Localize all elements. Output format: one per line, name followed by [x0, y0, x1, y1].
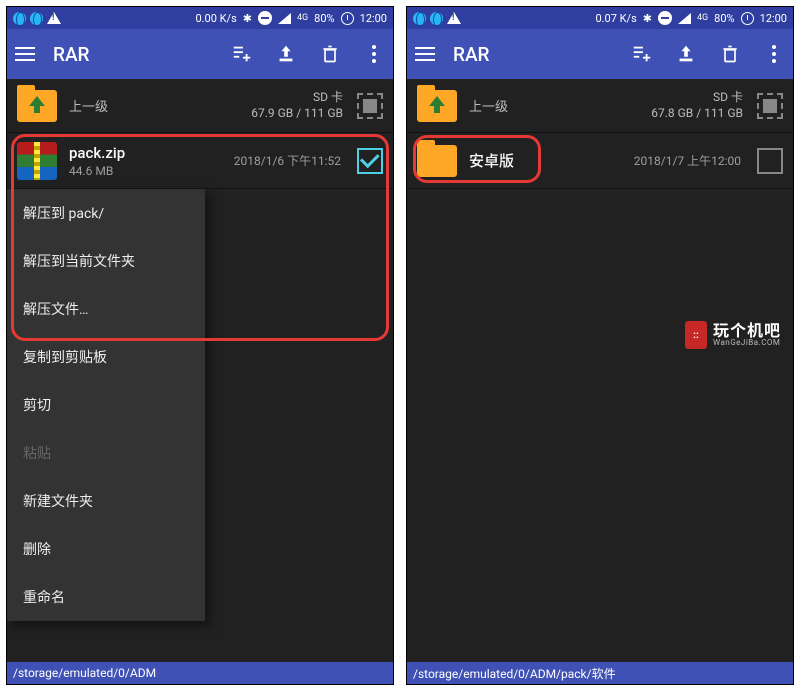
delete-icon[interactable] — [719, 43, 741, 65]
menu-button[interactable] — [415, 47, 435, 61]
ctx-new-folder[interactable]: 新建文件夹 — [7, 477, 205, 525]
overflow-icon[interactable] — [363, 43, 385, 65]
file-name: pack.zip — [69, 144, 125, 162]
sd-label: SD 卡 — [651, 90, 743, 106]
file-row-pack-zip[interactable]: pack.zip 44.6 MB 2018/1/6 下午11:52 — [7, 133, 393, 189]
watermark-url: WanGeJiBa.COM — [713, 339, 781, 347]
storage-stats: 67.8 GB / 111 GB — [651, 106, 743, 122]
file-date: 2018/1/7 上午12:00 — [634, 152, 741, 169]
browser-icon — [430, 12, 443, 25]
status-bar: 0.00 K/s ✱ 4G 80% 12:00 — [7, 7, 393, 29]
file-date: 2018/1/6 下午11:52 — [234, 152, 341, 169]
clock-icon — [341, 12, 354, 25]
delete-icon[interactable] — [319, 43, 341, 65]
ctx-paste: 粘贴 — [7, 429, 205, 477]
dnd-icon — [258, 11, 272, 25]
path-bar: /storage/emulated/0/ADM — [7, 662, 393, 684]
watermark: :: 玩个机吧 WanGeJiBa.COM — [685, 321, 781, 349]
folder-up-icon — [417, 90, 457, 122]
zip-file-icon — [17, 142, 57, 180]
sd-label: SD 卡 — [251, 90, 343, 106]
status-bar: 0.07 K/s ✱ 4G 80% 12:00 — [407, 7, 793, 29]
ctx-copy[interactable]: 复制到剪贴板 — [7, 333, 205, 381]
ctx-cut[interactable]: 剪切 — [7, 381, 205, 429]
bluetooth-icon: ✱ — [243, 12, 252, 25]
path-bar: /storage/emulated/0/ADM/pack/软件 — [407, 662, 793, 684]
folder-up-icon — [17, 90, 57, 122]
phone-left: 0.00 K/s ✱ 4G 80% 12:00 RAR — [6, 6, 394, 685]
app-title: RAR — [53, 43, 90, 66]
battery-text: 80% — [714, 12, 734, 25]
ctx-extract-here[interactable]: 解压到 pack/ — [7, 189, 205, 237]
ctx-delete[interactable]: 删除 — [7, 525, 205, 573]
battery-text: 80% — [314, 12, 334, 25]
browser-icon — [30, 12, 43, 25]
nav-row[interactable]: 上一级 SD 卡 67.8 GB / 111 GB — [407, 79, 793, 133]
signal-icon — [678, 13, 691, 24]
file-checkbox[interactable] — [757, 148, 783, 174]
clock-icon — [741, 12, 754, 25]
folder-icon — [417, 145, 457, 177]
app-bar: RAR — [407, 29, 793, 79]
status-time: 12:00 — [360, 12, 387, 25]
up-label: 上一级 — [69, 96, 108, 115]
ctx-extract-files[interactable]: 解压文件… — [7, 285, 205, 333]
browser-icon — [413, 12, 426, 25]
select-all-checkbox[interactable] — [757, 93, 783, 119]
file-name: 安卓版 — [469, 150, 514, 171]
watermark-title: 玩个机吧 — [713, 323, 781, 339]
extract-icon[interactable] — [675, 43, 697, 65]
current-path: /storage/emulated/0/ADM — [13, 666, 156, 680]
dnd-icon — [658, 11, 672, 25]
watermark-icon: :: — [685, 321, 707, 349]
signal-icon — [278, 13, 291, 24]
warning-icon — [47, 12, 61, 24]
net-speed: 0.00 K/s — [195, 12, 236, 25]
sort-add-icon[interactable] — [231, 43, 253, 65]
browser-icon — [13, 12, 26, 25]
status-time: 12:00 — [760, 12, 787, 25]
network-type: 4G — [297, 13, 308, 23]
ctx-extract-current[interactable]: 解压到当前文件夹 — [7, 237, 205, 285]
overflow-icon[interactable] — [763, 43, 785, 65]
storage-stats: 67.9 GB / 111 GB — [251, 106, 343, 122]
nav-row[interactable]: 上一级 SD 卡 67.9 GB / 111 GB — [7, 79, 393, 133]
file-checkbox[interactable] — [357, 148, 383, 174]
select-all-checkbox[interactable] — [357, 93, 383, 119]
net-speed: 0.07 K/s — [595, 12, 636, 25]
file-size: 44.6 MB — [69, 164, 125, 178]
app-title: RAR — [453, 43, 490, 66]
phone-right: 0.07 K/s ✱ 4G 80% 12:00 RAR — [406, 6, 794, 685]
network-type: 4G — [697, 13, 708, 23]
file-row-android-folder[interactable]: 安卓版 2018/1/7 上午12:00 — [407, 133, 793, 189]
app-bar: RAR — [7, 29, 393, 79]
context-menu: 解压到 pack/ 解压到当前文件夹 解压文件… 复制到剪贴板 剪切 粘贴 新建… — [7, 189, 205, 621]
ctx-rename[interactable]: 重命名 — [7, 573, 205, 621]
warning-icon — [447, 12, 461, 24]
up-label: 上一级 — [469, 96, 508, 115]
bluetooth-icon: ✱ — [643, 12, 652, 25]
sort-add-icon[interactable] — [631, 43, 653, 65]
current-path: /storage/emulated/0/ADM/pack/软件 — [413, 665, 616, 682]
menu-button[interactable] — [15, 47, 35, 61]
extract-icon[interactable] — [275, 43, 297, 65]
